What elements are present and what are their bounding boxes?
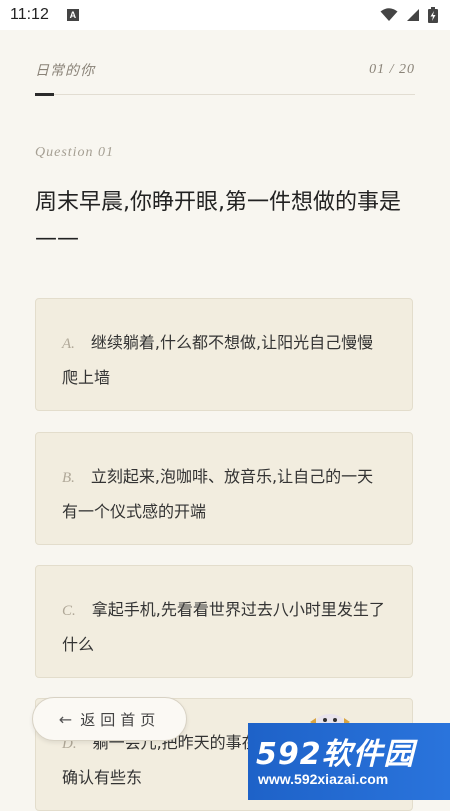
question-number: Question 01 [35, 145, 115, 160]
watermark-banner: 592软件园 www.592xiazai.com [248, 723, 450, 800]
option-b[interactable]: B. 立刻起来,泡咖啡、放音乐,让自己的一天有一个仪式感的开端 [35, 432, 413, 545]
option-text: 立刻起来,泡咖啡、放音乐,让自己的一天有一个仪式感的开端 [62, 467, 374, 521]
notification-a-icon: A [66, 9, 79, 21]
option-a[interactable]: A. 继续躺着,什么都不想做,让阳光自己慢慢爬上墙 [35, 298, 413, 411]
watermark-logo: 592软件园 [256, 737, 415, 772]
back-home-button[interactable]: ← 返回首页 [32, 697, 187, 741]
option-text: 拿起手机,先看看世界过去八小时里发生了什么 [62, 600, 385, 654]
header-divider [35, 94, 415, 95]
signal-icon [407, 9, 419, 21]
app-title: 日常的你 [35, 63, 95, 79]
status-time: 11:12 [10, 6, 49, 23]
option-text: 继续躺着,什么都不想做,让阳光自己慢慢爬上墙 [62, 333, 374, 387]
status-icons [380, 7, 438, 23]
option-c-content: C. 拿起手机,先看看世界过去八小时里发生了什么 [62, 593, 386, 661]
option-b-content: B. 立刻起来,泡咖啡、放音乐,让自己的一天有一个仪式感的开端 [62, 460, 386, 528]
option-letter: A. [62, 336, 75, 352]
option-letter: B. [62, 470, 75, 486]
progress-counter: 01 / 20 [369, 62, 415, 77]
option-c[interactable]: C. 拿起手机,先看看世界过去八小时里发生了什么 [35, 565, 413, 678]
status-bar: 11:12 A [0, 0, 450, 30]
option-letter: C. [62, 603, 76, 619]
quiz-header: 日常的你 01 / 20 [35, 60, 415, 80]
question-text: 周末早晨,你睁开眼,第一件想做的事是—— [35, 190, 401, 251]
arrow-left-icon: ← [58, 709, 73, 729]
battery-charging-icon [428, 7, 438, 23]
quiz-page: 日常的你 01 / 20 Question 01 周末早晨,你睁开眼,第一件想做… [0, 30, 450, 811]
watermark-url: www.592xiazai.com [258, 771, 389, 787]
wifi-icon [380, 8, 398, 21]
option-a-content: A. 继续躺着,什么都不想做,让阳光自己慢慢爬上墙 [62, 326, 386, 394]
back-home-label: 返回首页 [80, 710, 161, 729]
progress-indicator [35, 93, 54, 96]
